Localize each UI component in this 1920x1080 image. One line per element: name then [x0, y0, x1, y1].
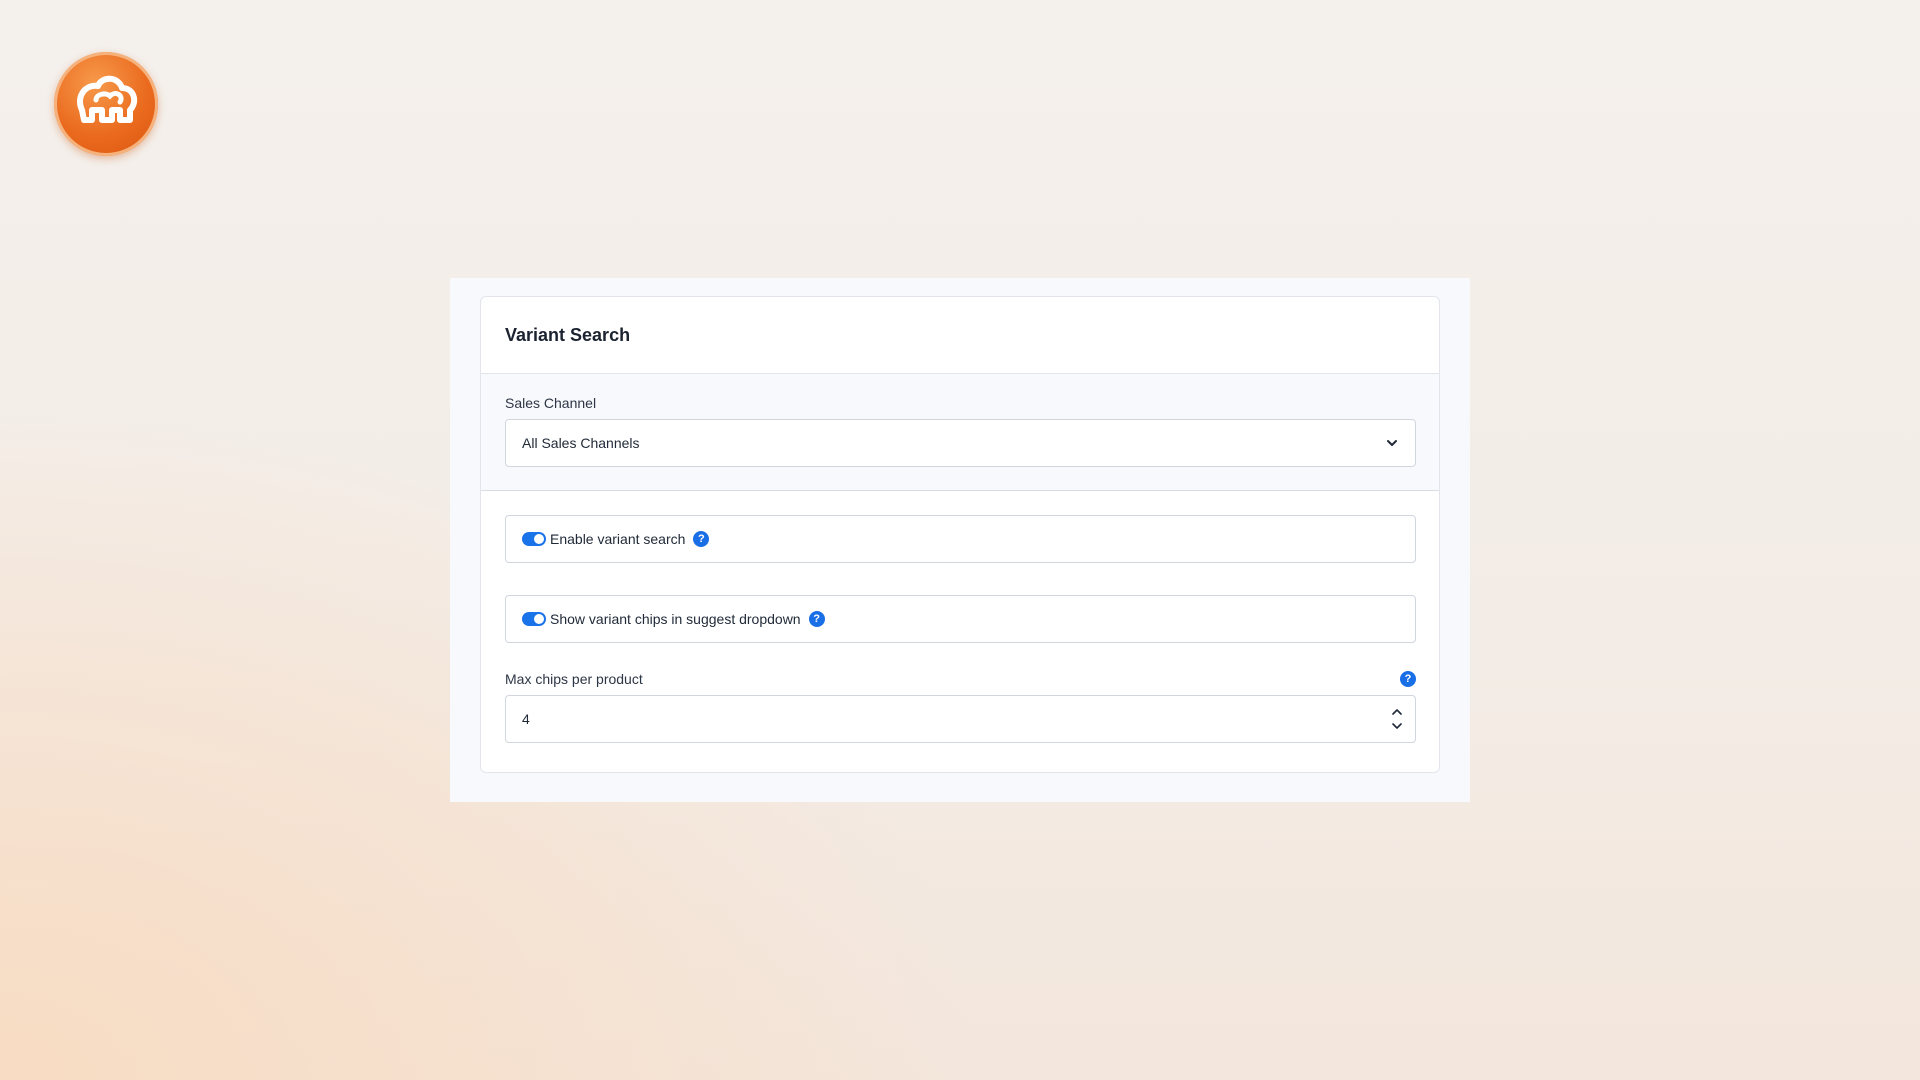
enable-variant-search-row: Enable variant search ? [505, 515, 1416, 563]
help-icon[interactable]: ? [693, 531, 710, 547]
variant-search-card: Variant Search Sales Channel All Sales C… [480, 296, 1440, 773]
show-variant-chips-row: Show variant chips in suggest dropdown ? [505, 595, 1416, 643]
max-chips-header: Max chips per product ? [505, 671, 1416, 687]
card-title: Variant Search [505, 324, 631, 345]
chevron-up-icon[interactable] [1391, 708, 1403, 716]
show-variant-chips-label: Show variant chips in suggest dropdown [550, 611, 801, 627]
card-header: Variant Search [481, 297, 1439, 374]
help-icon[interactable]: ? [808, 611, 825, 627]
help-icon[interactable]: ? [1400, 671, 1416, 687]
max-chips-value: 4 [522, 711, 530, 727]
enable-variant-search-switch[interactable] [522, 532, 546, 546]
sales-channel-select[interactable]: All Sales Channels [505, 419, 1416, 467]
sales-channel-value: All Sales Channels [522, 435, 640, 451]
sales-channel-label: Sales Channel [505, 395, 597, 411]
chevron-down-icon [1387, 440, 1397, 446]
max-chips-input[interactable]: 4 [505, 695, 1416, 743]
card-body: Enable variant search ? Show variant chi… [481, 491, 1439, 743]
max-chips-stepper [1391, 708, 1403, 730]
shopware-logo-icon [54, 52, 158, 156]
show-variant-chips-switch[interactable] [522, 612, 546, 626]
logo-mark [77, 75, 138, 123]
settings-panel-wrapper: Variant Search Sales Channel All Sales C… [450, 278, 1470, 802]
chevron-down-icon[interactable] [1391, 722, 1403, 730]
sales-channel-section: Sales Channel All Sales Channels [481, 374, 1439, 491]
enable-variant-search-label: Enable variant search [550, 531, 686, 547]
max-chips-label: Max chips per product [505, 671, 643, 687]
